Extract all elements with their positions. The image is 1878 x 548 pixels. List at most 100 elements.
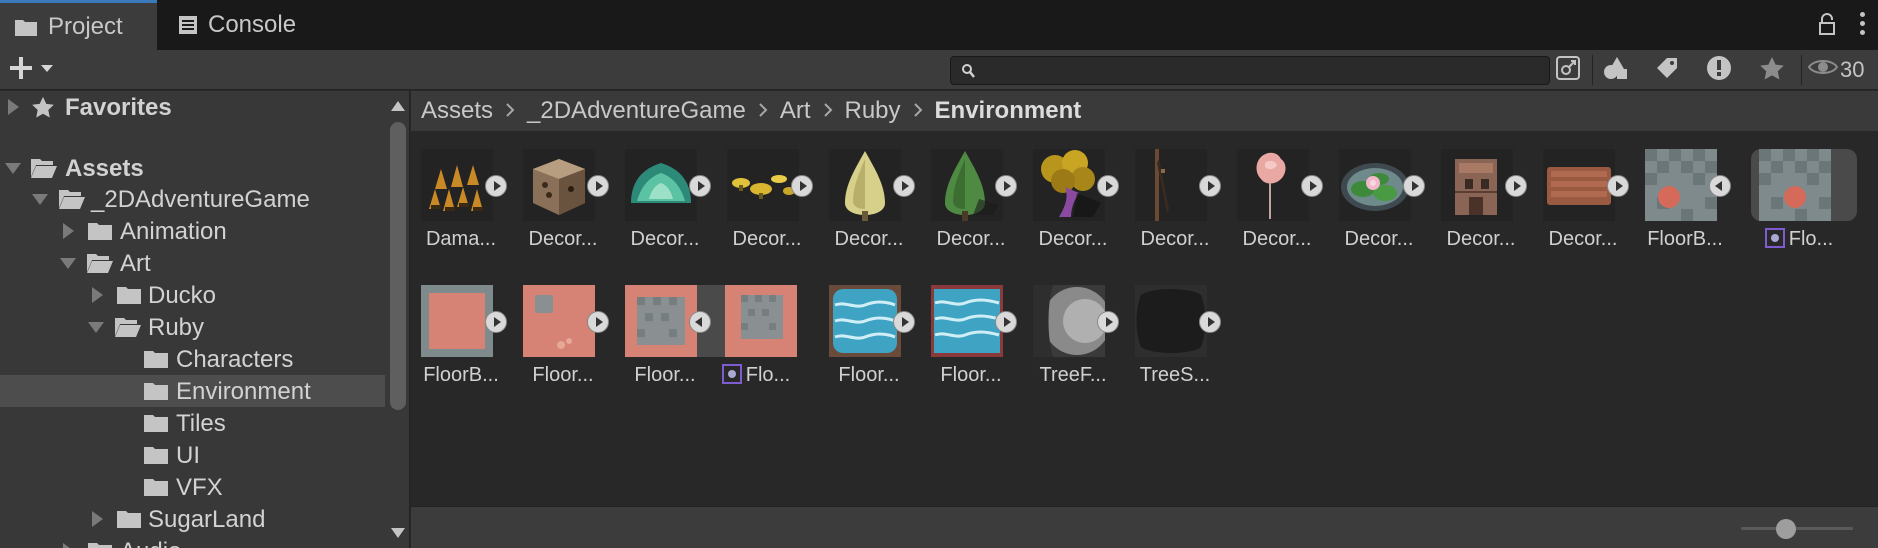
breadcrumb-art[interactable]: Art [780,97,811,125]
plus-icon [8,55,34,86]
breadcrumb-assets[interactable]: Assets [421,97,493,125]
breadcrumb-2dadventuregame[interactable]: _2DAdventureGame [527,97,746,125]
hidden-packages-toggle[interactable]: 30 [1807,55,1864,85]
expand-subassets-icon[interactable] [485,311,507,333]
expand-subassets-icon[interactable] [1607,175,1629,197]
asset-item[interactable]: Decor... [615,131,715,261]
tree-scrollbar[interactable] [386,91,409,548]
tree-item-environment[interactable]: Environment [0,375,385,407]
expand-arrow-icon[interactable] [92,511,103,527]
expand-subassets-icon[interactable] [791,175,813,197]
tree-item-assets[interactable]: Assets [0,152,385,184]
expand-subassets-icon[interactable] [1505,175,1527,197]
asset-item[interactable]: Floor... [513,267,613,397]
scroll-up-icon[interactable] [391,101,405,111]
tree-item-characters[interactable]: Characters [0,343,385,375]
tab-console[interactable]: Console [178,0,328,50]
asset-item[interactable]: Flo... [1737,131,1837,261]
collapse-arrow-icon[interactable] [60,258,76,269]
filter-by-label-button[interactable] [1645,55,1689,85]
tree-item-ducko[interactable]: Ducko [0,279,385,311]
tree-item-animation[interactable]: Animation [0,215,385,247]
chevron-right-icon [505,97,515,125]
collapse-subassets-icon[interactable] [1709,175,1731,197]
tree-item-2dadventuregame[interactable]: _2DAdventureGame [0,183,385,215]
expand-subassets-icon[interactable] [1097,175,1119,197]
tree-item-audio[interactable]: Audio [0,535,385,548]
tab-label: Project [48,12,123,40]
expand-subassets-icon[interactable] [587,175,609,197]
asset-item[interactable]: Floor... [615,267,715,397]
asset-item[interactable]: FloorB... [1635,131,1735,261]
expand-arrow-icon[interactable] [92,287,103,303]
expand-subassets-icon[interactable] [1403,175,1425,197]
collapse-arrow-icon[interactable] [32,194,48,205]
search-input[interactable] [981,59,1501,83]
expand-subassets-icon[interactable] [893,311,915,333]
expand-subassets-icon[interactable] [1097,311,1119,333]
folder-open-icon [114,316,142,345]
create-button[interactable] [8,56,60,84]
expand-subassets-icon[interactable] [587,311,609,333]
asset-item[interactable]: Decor... [1125,131,1225,261]
icon-size-slider-handle[interactable] [1776,519,1796,539]
asset-item[interactable]: FloorB... [411,267,511,397]
search-field[interactable] [950,56,1550,85]
bush-thumbnail [625,149,697,221]
asset-item[interactable]: Decor... [1227,131,1327,261]
favorite-button[interactable] [1750,55,1794,85]
search-in-window-button[interactable] [1546,55,1590,85]
tree-item-ruby[interactable]: Ruby [0,311,385,343]
expand-subassets-icon[interactable] [689,175,711,197]
floor-tile-pink-center-thumbnail [725,285,797,357]
asset-item[interactable]: Decor... [1329,131,1429,261]
expand-subassets-icon[interactable] [995,311,1017,333]
expand-subassets-icon[interactable] [1199,175,1221,197]
tree-item-tiles[interactable]: Tiles [0,407,385,439]
lock-icon[interactable] [1818,13,1836,42]
filter-by-log-button[interactable] [1697,55,1741,85]
breadcrumb-environment[interactable]: Environment [935,97,1082,125]
expand-arrow-icon[interactable] [63,223,74,239]
expand-subassets-icon[interactable] [893,175,915,197]
water-tile-thumbnail [829,285,901,357]
asset-item[interactable]: Decor... [1533,131,1633,261]
asset-item[interactable]: TreeS... [1125,267,1225,397]
expand-arrow-icon[interactable] [8,99,19,115]
chevron-right-icon [758,97,768,125]
tree-item-sugarland[interactable]: SugarLand [0,503,385,535]
asset-item[interactable]: Floor... [819,267,919,397]
filter-by-type-button[interactable] [1594,55,1638,85]
more-options-icon[interactable] [1860,12,1866,38]
icon-size-slider[interactable] [1741,527,1853,530]
expand-arrow-icon[interactable] [63,543,74,548]
expand-subassets-icon[interactable] [995,175,1017,197]
asset-item[interactable]: TreeF... [1023,267,1123,397]
asset-item[interactable]: Dama... [411,131,511,261]
asset-browser-panel: Assets _2DAdventureGame Art Ruby Environ… [411,91,1878,548]
asset-item[interactable]: Floor... [921,267,1021,397]
expand-subassets-icon[interactable] [1301,175,1323,197]
asset-item[interactable]: Decor... [921,131,1021,261]
tab-project[interactable]: Project [0,0,157,50]
collapse-arrow-icon[interactable] [5,163,21,174]
green-tree-thumbnail [931,149,1003,221]
tree-item-vfx[interactable]: VFX [0,471,385,503]
console-icon [178,15,198,35]
expand-subassets-icon[interactable] [485,175,507,197]
scroll-down-icon[interactable] [391,528,405,538]
tree-item-ui[interactable]: UI [0,439,385,471]
tree-item-art[interactable]: Art [0,247,385,279]
asset-item[interactable]: Decor... [717,131,817,261]
breadcrumb-ruby[interactable]: Ruby [845,97,901,125]
asset-item[interactable]: Decor... [819,131,919,261]
asset-item[interactable]: Flo... [701,267,801,397]
tree-item-label: Ducko [148,282,217,309]
collapse-arrow-icon[interactable] [88,322,104,333]
expand-subassets-icon[interactable] [1199,311,1221,333]
asset-item[interactable]: Decor... [513,131,613,261]
asset-item[interactable]: Decor... [1431,131,1531,261]
asset-item[interactable]: Decor... [1023,131,1123,261]
tree-item-favorites[interactable]: Favorites [0,91,385,123]
scrollbar-thumb[interactable] [390,122,406,410]
